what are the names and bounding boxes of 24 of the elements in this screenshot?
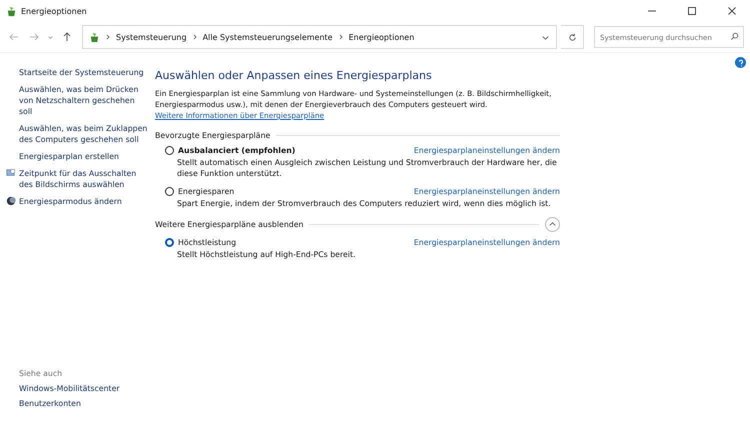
moon-icon bbox=[6, 196, 16, 206]
breadcrumb[interactable]: Energieoptionen bbox=[348, 32, 414, 42]
chevron-icon bbox=[338, 34, 344, 40]
help-icon[interactable] bbox=[735, 57, 746, 68]
radio-button[interactable] bbox=[165, 238, 174, 247]
up-icon[interactable] bbox=[62, 32, 72, 42]
address-bar[interactable]: Systemsteuerung Alle Systemsteuerungselemente Energieoptionen bbox=[82, 25, 557, 49]
page-title: Auswählen oder Anpassen eines Energiesparplans bbox=[155, 69, 433, 82]
window-title: Energieoptionen bbox=[21, 6, 87, 16]
refresh-button[interactable] bbox=[561, 25, 584, 49]
chevron-icon bbox=[192, 34, 198, 40]
close-icon[interactable] bbox=[727, 6, 737, 16]
breadcrumb[interactable]: Alle Systemsteuerungselemente bbox=[202, 32, 333, 42]
maximize-icon[interactable] bbox=[687, 6, 697, 16]
control-panel-icon bbox=[89, 32, 100, 42]
chevron-icon bbox=[105, 34, 111, 40]
radio-button[interactable] bbox=[165, 146, 174, 155]
screen-clock-icon bbox=[6, 168, 16, 178]
search-icon bbox=[730, 32, 739, 41]
radio-button[interactable] bbox=[165, 187, 174, 196]
collapse-button[interactable] bbox=[545, 217, 560, 232]
breadcrumb[interactable]: Systemsteuerung bbox=[116, 32, 187, 42]
refresh-icon bbox=[568, 32, 576, 42]
app-icon bbox=[6, 6, 17, 16]
